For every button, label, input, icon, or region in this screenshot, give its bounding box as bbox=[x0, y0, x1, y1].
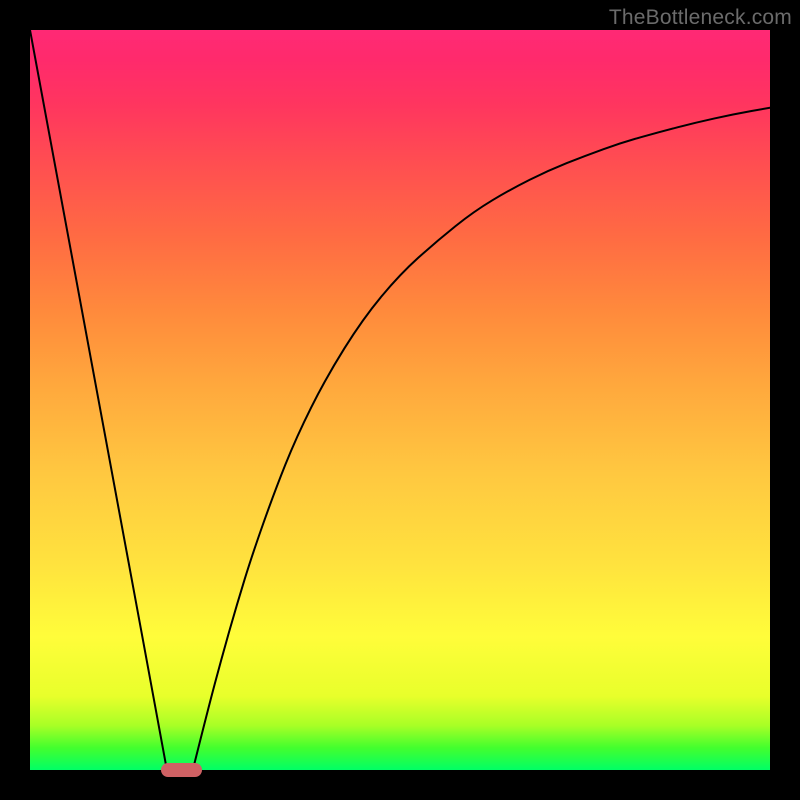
plot-area bbox=[30, 30, 770, 770]
curve-left-branch bbox=[30, 30, 178, 770]
minimum-marker bbox=[161, 763, 202, 777]
watermark-text: TheBottleneck.com bbox=[609, 6, 792, 30]
chart-frame: TheBottleneck.com bbox=[0, 0, 800, 800]
curve-right-branch bbox=[193, 108, 770, 770]
curve-svg bbox=[30, 30, 770, 770]
